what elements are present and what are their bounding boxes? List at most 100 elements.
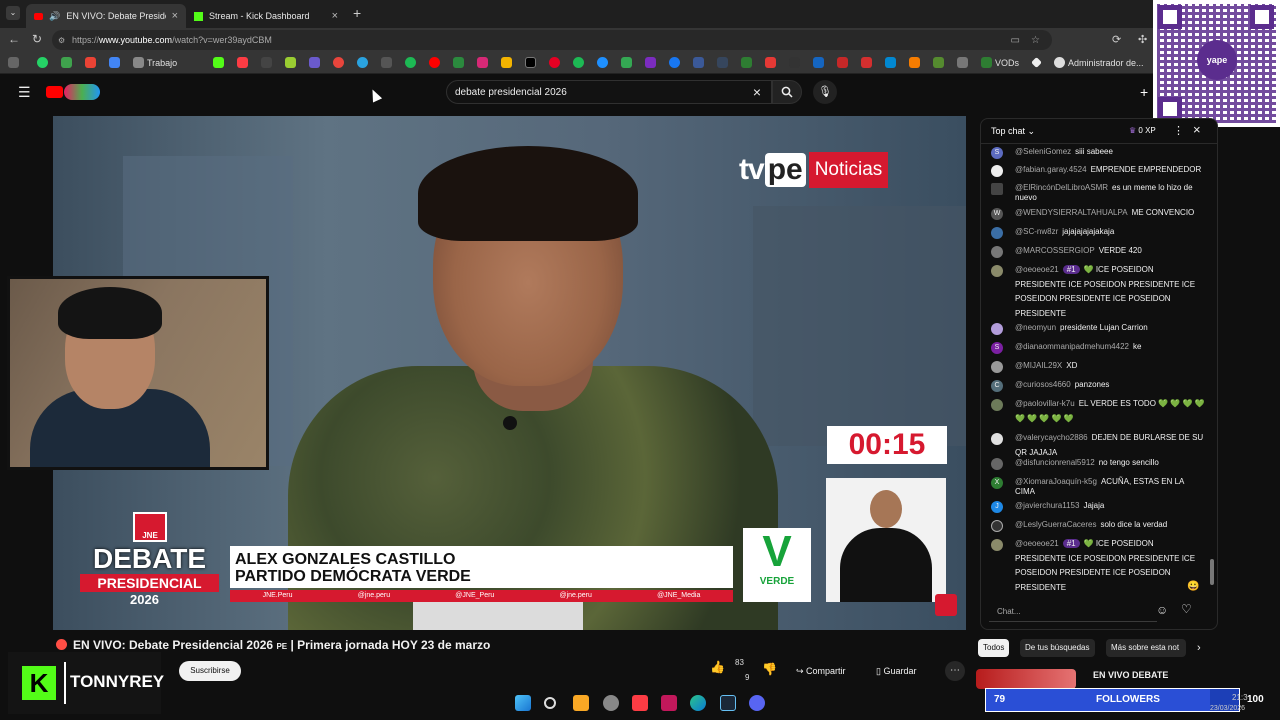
start-icon[interactable] <box>515 695 531 711</box>
chat-username[interactable]: @dianaommanipadmehum4422 <box>1015 342 1129 351</box>
chat-username[interactable]: @XiomaraJoaquín-k5g <box>1015 477 1097 486</box>
bookmark-icon[interactable] <box>741 57 752 68</box>
create-icon[interactable]: + <box>1140 84 1148 100</box>
bookmark-vods[interactable]: VODs <box>995 58 1019 68</box>
search-icon[interactable] <box>544 697 556 709</box>
steam-icon[interactable] <box>720 695 736 711</box>
save-button[interactable]: ▯ Guardar <box>876 661 916 681</box>
puzzle-icon[interactable]: ✣ <box>1138 33 1147 46</box>
bookmark-icon[interactable] <box>933 57 944 68</box>
chat-mode-dropdown[interactable]: Top chat ⌄ <box>991 126 1035 137</box>
back-icon[interactable]: ← <box>8 32 20 46</box>
chat-username[interactable]: @SeleniGomez <box>1015 147 1071 156</box>
more-actions-icon[interactable]: ⋯ <box>945 661 965 681</box>
chat-username[interactable]: @fabian.garay.4524 <box>1015 165 1087 174</box>
instagram-icon[interactable] <box>477 57 488 68</box>
bookmark-icon[interactable] <box>309 57 320 68</box>
chat-username[interactable]: @javierchura1153 <box>1015 501 1079 510</box>
install-icon[interactable]: ▭ <box>1011 35 1020 46</box>
chat-username[interactable]: @WENDYSIERRALTAHUALPA <box>1015 208 1128 217</box>
bookmark-icon[interactable] <box>861 57 872 68</box>
bookmark-icon[interactable] <box>453 57 464 68</box>
search-button[interactable] <box>772 80 802 104</box>
related-thumbnail[interactable] <box>976 669 1076 689</box>
bookmark-icon[interactable] <box>405 57 416 68</box>
emoji-picker-icon[interactable]: ☺ <box>1156 603 1168 617</box>
heart-reaction-icon[interactable]: ♡ <box>1181 602 1192 616</box>
calendar-icon[interactable] <box>109 57 120 68</box>
bookmark-icon[interactable] <box>285 57 296 68</box>
bookmark-icon[interactable] <box>261 57 272 68</box>
file-explorer-icon[interactable] <box>573 695 589 711</box>
facebook-icon[interactable] <box>669 57 680 68</box>
speaker-icon[interactable]: 🔊 <box>49 11 60 22</box>
tab-list-chevron-icon[interactable]: ⌄ <box>6 6 20 20</box>
close-chat-icon[interactable]: × <box>1193 122 1201 137</box>
site-info-icon[interactable]: ⚙ <box>58 36 65 45</box>
chat-username[interactable]: @MARCOSSERGIOP <box>1015 246 1095 255</box>
tab-youtube[interactable]: 🔊 EN VIVO: Debate Presiden × <box>26 4 186 28</box>
share-button[interactable]: ↪ Compartir <box>796 661 846 681</box>
bookmark-trabajo[interactable]: Trabajo <box>147 58 177 68</box>
dislike-button[interactable]: 👍 <box>762 662 777 676</box>
x-icon[interactable] <box>525 57 536 68</box>
chevron-right-icon[interactable]: › <box>1197 642 1201 654</box>
chip-searches[interactable]: De tus búsquedas <box>1020 639 1095 657</box>
xp-badge[interactable]: ♛ 0 XP <box>1129 126 1156 135</box>
youtube-bookmark-icon[interactable] <box>429 57 440 68</box>
bookmark-icon[interactable] <box>813 57 824 68</box>
snipping-icon[interactable] <box>661 695 677 711</box>
extensions-icon[interactable]: ⟳ <box>1112 33 1121 46</box>
bookmark-icon[interactable] <box>597 57 608 68</box>
chat-username[interactable]: @valerycaycho2886 <box>1015 433 1088 442</box>
chat-username[interactable]: @neomyun <box>1015 323 1056 332</box>
whatsapp-icon[interactable] <box>37 57 48 68</box>
kick-bookmark-icon[interactable] <box>213 57 224 68</box>
chat-username[interactable]: @LeslyGuerraCaceres <box>1015 520 1096 529</box>
bookmark-icon[interactable] <box>837 57 848 68</box>
tab-kick[interactable]: Stream - Kick Dashboard × <box>186 4 346 28</box>
subscribe-button[interactable]: Suscribirse <box>179 661 241 681</box>
bookmark-icon[interactable] <box>885 57 896 68</box>
voice-search-icon[interactable]: 🎙 <box>813 80 837 104</box>
folder-icon[interactable] <box>133 57 144 68</box>
bookmark-icon[interactable] <box>381 57 392 68</box>
chat-username[interactable]: @curiosos4660 <box>1015 380 1071 389</box>
d-icon[interactable] <box>981 57 992 68</box>
clock-date[interactable]: 23/03/2026 <box>1210 705 1245 712</box>
chip-all[interactable]: Todos <box>978 639 1010 657</box>
music-app-icon[interactable] <box>632 695 648 711</box>
address-bar[interactable]: ⚙ https://www.youtube.com/watch?v=wer39a… <box>52 30 1052 50</box>
spotify-icon[interactable] <box>573 57 584 68</box>
chat-username[interactable]: @oeoeoe21 <box>1015 265 1059 274</box>
chat-username[interactable]: @SC-nw8zr <box>1015 227 1058 236</box>
star-icon[interactable]: ☆ <box>1031 35 1040 46</box>
music-icon[interactable] <box>237 57 248 68</box>
chat-username[interactable]: @MIJAIL29X <box>1015 361 1062 370</box>
reload-icon[interactable]: ↻ <box>32 32 42 46</box>
tumblr-icon[interactable] <box>717 57 728 68</box>
bookmark-icon[interactable] <box>789 57 800 68</box>
search-input[interactable]: debate presidencial 2026 × <box>446 80 772 104</box>
bookmark-icon[interactable] <box>645 57 656 68</box>
edge-icon[interactable] <box>690 695 706 711</box>
chat-input[interactable]: Chat... <box>989 602 1157 622</box>
like-button[interactable]: 👍 <box>710 660 725 682</box>
bookmark-icon[interactable] <box>501 57 512 68</box>
pinterest-icon[interactable] <box>549 57 560 68</box>
bookmark-icon[interactable] <box>693 57 704 68</box>
doodle-logo-icon[interactable] <box>64 84 100 100</box>
clock-time[interactable]: 21:3 <box>1232 693 1248 702</box>
menu-icon[interactable]: ☰ <box>18 84 31 101</box>
chat-username[interactable]: @paolovillar-k7u <box>1015 399 1075 408</box>
chip-more-news[interactable]: Más sobre esta not <box>1106 639 1186 657</box>
clear-search-icon[interactable]: × <box>753 84 761 100</box>
chat-username[interactable]: @oeoeoe21 <box>1015 539 1059 548</box>
bookmark-icon[interactable] <box>333 57 344 68</box>
chat-more-icon[interactable]: ⋮ <box>1173 124 1184 137</box>
bookmark-icon[interactable] <box>957 57 968 68</box>
settings-icon[interactable] <box>603 695 619 711</box>
maps-icon[interactable] <box>621 57 632 68</box>
bookmark-icon[interactable] <box>61 57 72 68</box>
new-tab-button[interactable]: + <box>353 5 361 21</box>
